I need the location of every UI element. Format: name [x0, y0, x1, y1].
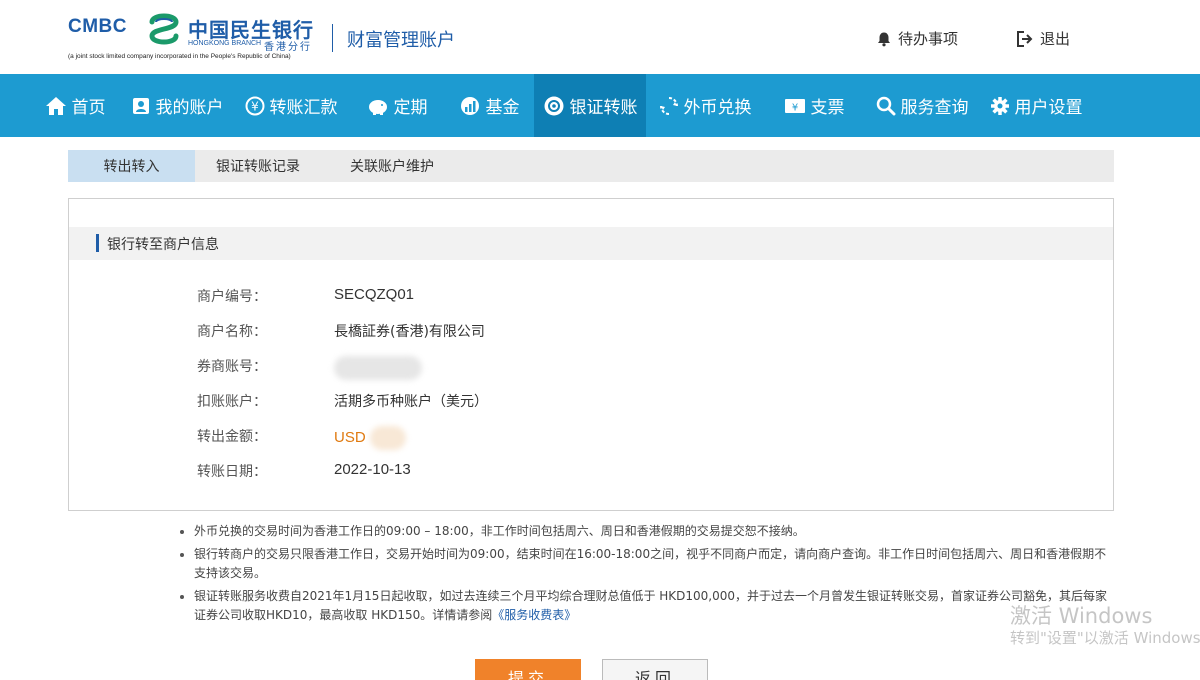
logo-branch-english: HONGKONG BRANCH	[188, 40, 262, 47]
submit-button[interactable]: 提交	[475, 659, 581, 680]
panel-header-accent	[96, 234, 99, 252]
windows-activation-hint: 转到"设置"以激活 Windows。	[1010, 629, 1200, 647]
piggy-bank-icon	[368, 99, 387, 115]
exchange-icon	[659, 96, 678, 115]
nav-label: 银证转账	[569, 98, 638, 118]
nav-label: 服务查询	[900, 98, 969, 118]
nav-label: 首页	[71, 98, 106, 118]
row-broker-account: 券商账号：	[197, 356, 422, 380]
header: CMBC 中国民生银行 HONGKONG BRANCH 香港分行 (a join…	[0, 0, 1200, 74]
nav-item-user-settings[interactable]: 用户设置	[980, 74, 1092, 137]
main-nav: 首页 我的账户 ¥ 转账汇款 定期 基金 银证转账 外币兑换 ¥ 支票 服务查询…	[0, 74, 1200, 137]
field-label: 商户编号：	[197, 289, 267, 305]
fee-schedule-link[interactable]: 《服务收费表》	[492, 608, 576, 622]
tab-linked-account-maintenance[interactable]: 关联账户维护	[321, 150, 463, 182]
tab-transfer-records[interactable]: 银证转账记录	[195, 150, 321, 182]
gear-icon	[990, 96, 1009, 115]
nav-label: 支票	[810, 98, 845, 118]
nav-label: 用户设置	[1014, 98, 1083, 118]
transfer-icon: ¥	[245, 96, 264, 115]
bank-securities-icon	[544, 96, 563, 115]
merchant-info-panel: 银行转至商户信息 商户编号： SECQZQ01 商户名称： 長橋証券(香港)有限…	[68, 198, 1114, 511]
nav-label: 基金	[485, 98, 520, 118]
windows-activation-watermark: 激活 Windows	[1010, 604, 1153, 628]
nav-item-currency-exchange[interactable]: 外币兑换	[646, 74, 764, 137]
logout-link[interactable]: 退出	[1016, 28, 1070, 49]
logo-mark-icon	[149, 13, 179, 45]
nav-item-my-account[interactable]: 我的账户	[122, 74, 232, 137]
redacted-blur	[334, 356, 422, 380]
merchant-id-value: SECQZQ01	[334, 286, 415, 303]
note-item: 外币兑换的交易时间为香港工作日的09:00 – 18:00，非工作时间包括周六、…	[180, 522, 1110, 541]
back-button[interactable]: 返回	[602, 659, 708, 680]
svg-text:¥: ¥	[791, 102, 797, 113]
nav-label: 外币兑换	[683, 98, 752, 118]
note-text: 银行转商户的交易只限香港工作日，交易开始时间为09:00，结束时间在16:00-…	[194, 547, 1107, 580]
nav-item-cheque[interactable]: ¥ 支票	[764, 74, 864, 137]
sub-tabs: 转出转入 银证转账记录 关联账户维护	[68, 150, 1114, 182]
merchant-name-value: 長橋証券(香港)有限公司	[334, 324, 485, 340]
search-icon	[876, 96, 895, 115]
redacted-blur	[369, 426, 406, 450]
nav-item-fixed-deposit[interactable]: 定期	[350, 74, 444, 137]
svg-text:¥: ¥	[251, 99, 259, 113]
row-transfer-amount: 转出金额： USD	[197, 426, 406, 450]
broker-account-value	[334, 356, 422, 380]
logo-tagline: (a joint stock limited company incorpora…	[68, 53, 291, 60]
note-item: 银行转商户的交易只限香港工作日，交易开始时间为09:00，结束时间在16:00-…	[180, 545, 1110, 583]
nav-label: 转账汇款	[269, 98, 338, 118]
note-text: 银证转账服务收费自2021年1月15日起收取，如过去连续三个月平均综合理财总值低…	[194, 589, 1108, 622]
nav-item-home[interactable]: 首页	[28, 74, 122, 137]
debit-account-value: 活期多币种账户（美元）	[334, 394, 488, 410]
row-merchant-id: 商户编号： SECQZQ01	[197, 286, 414, 306]
account-icon	[132, 97, 149, 114]
note-text: 外币兑换的交易时间为香港工作日的09:00 – 18:00，非工作时间包括周六、…	[194, 524, 805, 538]
field-label: 券商账号：	[197, 359, 267, 375]
transfer-amount-value: USD	[334, 426, 406, 450]
field-label: 转账日期：	[197, 464, 267, 480]
nav-label: 我的账户	[155, 98, 224, 118]
logout-icon	[1017, 30, 1033, 47]
bank-logo[interactable]: CMBC 中国民生银行 HONGKONG BRANCH 香港分行 (a join…	[68, 12, 328, 64]
row-merchant-name: 商户名称： 長橋証券(香港)有限公司	[197, 321, 485, 341]
nav-item-service-inquiry[interactable]: 服务查询	[864, 74, 980, 137]
note-item: 银证转账服务收费自2021年1月15日起收取，如过去连续三个月平均综合理财总值低…	[180, 587, 1110, 625]
row-transfer-date: 转账日期： 2022-10-13	[197, 461, 411, 481]
bell-icon	[878, 32, 890, 46]
panel-header: 银行转至商户信息	[69, 227, 1113, 260]
cheque-icon: ¥	[784, 98, 805, 113]
field-label: 商户名称：	[197, 324, 267, 340]
home-icon	[45, 96, 66, 115]
field-label: 转出金额：	[197, 429, 267, 445]
currency-code: USD	[334, 428, 366, 446]
logout-label: 退出	[1040, 30, 1071, 48]
logo-branch-chinese: 香港分行	[264, 42, 312, 53]
fund-chart-icon	[460, 96, 479, 115]
transfer-date-value: 2022-10-13	[334, 461, 411, 478]
header-subtitle: 财富管理账户	[347, 30, 455, 51]
panel-title: 银行转至商户信息	[107, 237, 219, 253]
header-divider	[332, 24, 333, 52]
logo-cmbc-text: CMBC	[68, 16, 127, 37]
row-debit-account: 扣账账户： 活期多币种账户（美元）	[197, 391, 488, 411]
todo-link[interactable]: 待办事项	[876, 28, 958, 49]
todo-label: 待办事项	[898, 30, 959, 48]
nav-label: 定期	[393, 98, 428, 118]
tab-transfer-in-out[interactable]: 转出转入	[68, 150, 195, 182]
field-label: 扣账账户：	[197, 394, 267, 410]
nav-item-transfer[interactable]: ¥ 转账汇款	[232, 74, 350, 137]
notes-list: 外币兑换的交易时间为香港工作日的09:00 – 18:00，非工作时间包括周六、…	[180, 522, 1110, 629]
nav-item-bank-securities[interactable]: 银证转账	[534, 74, 646, 137]
nav-item-fund[interactable]: 基金	[444, 74, 534, 137]
